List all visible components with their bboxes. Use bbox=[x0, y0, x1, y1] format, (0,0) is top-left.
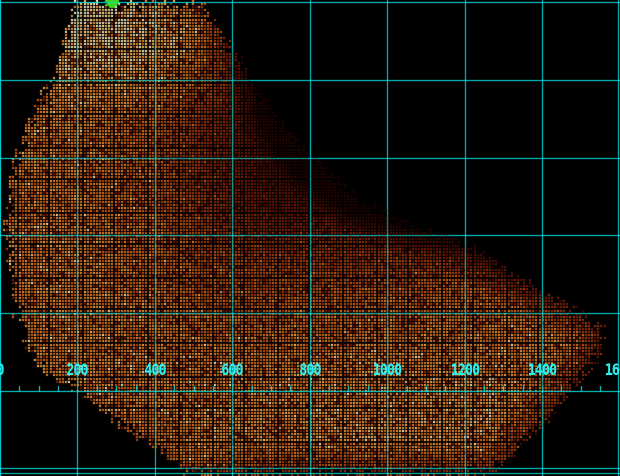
density-heatmap-canvas bbox=[0, 0, 620, 476]
plot-window: 02004006008001000120014001600 bbox=[0, 0, 620, 476]
